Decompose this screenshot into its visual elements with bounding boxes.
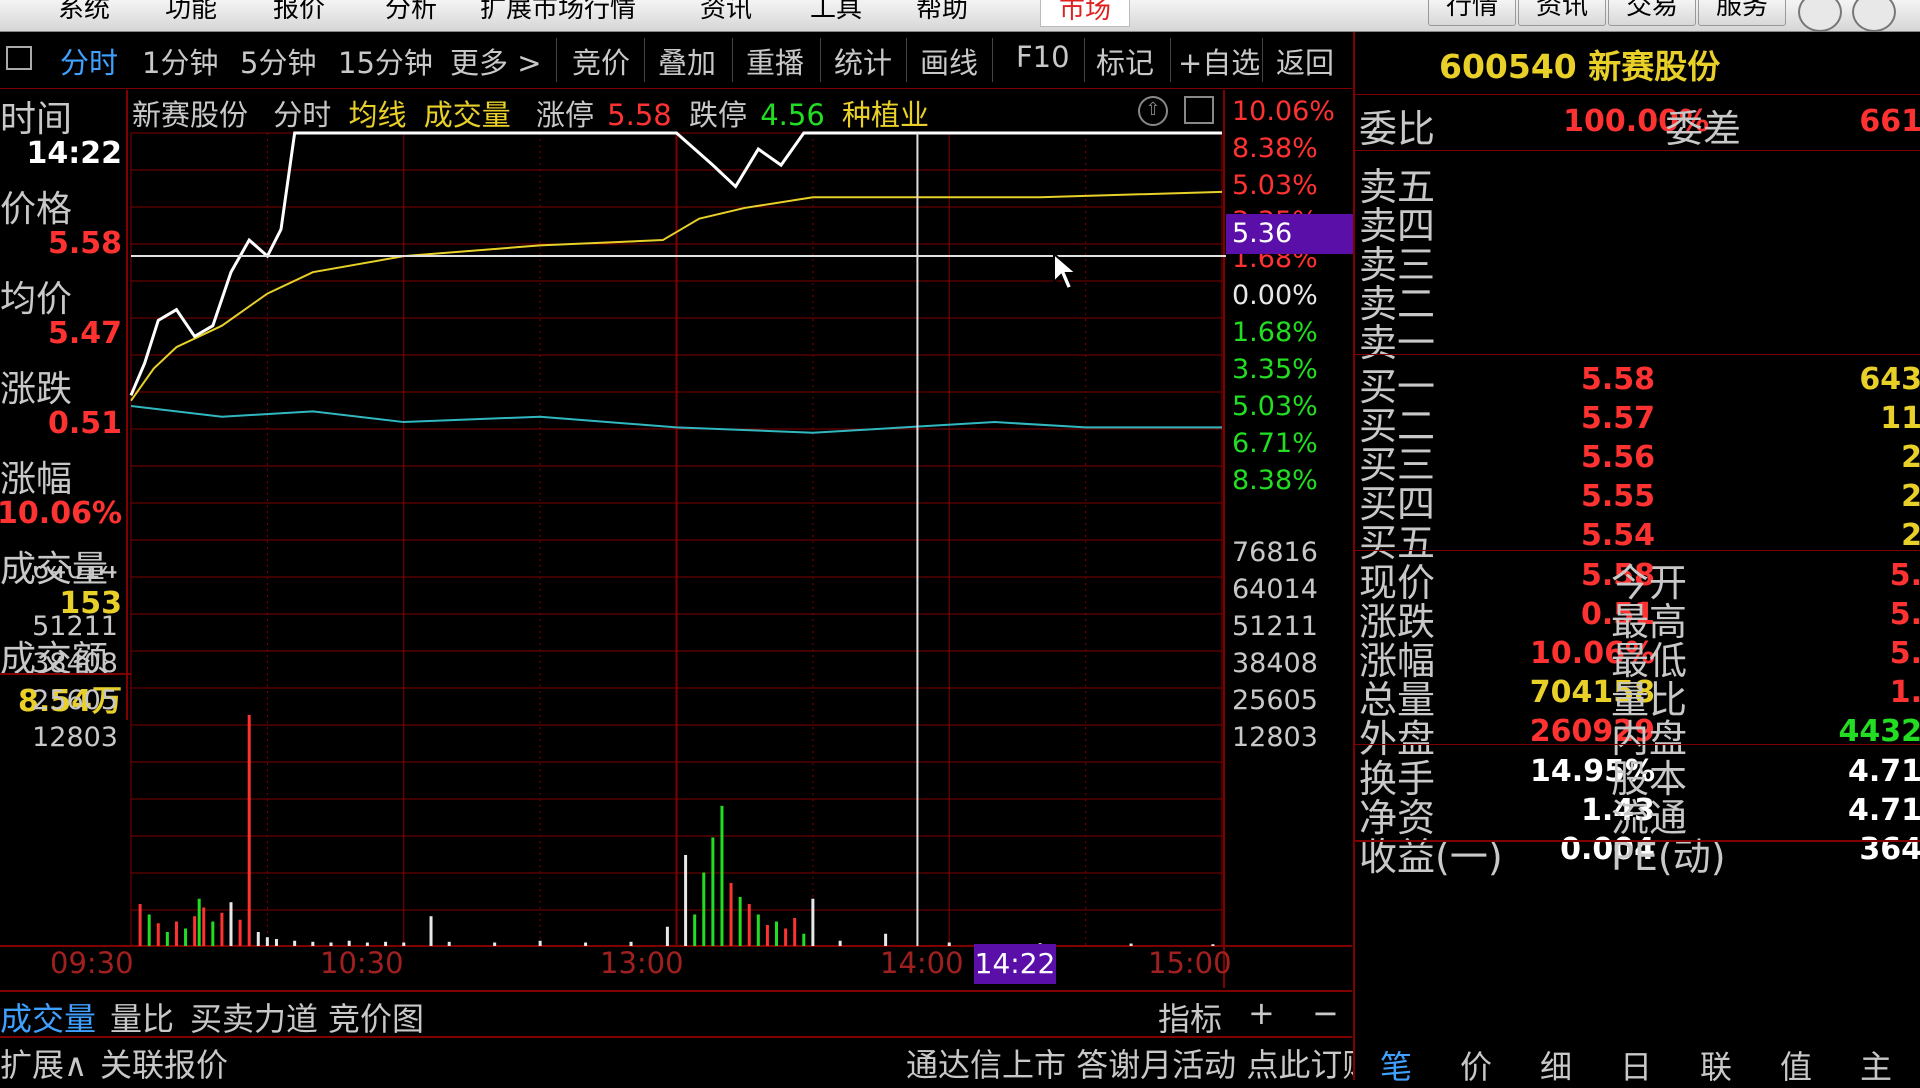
zoom-in-button[interactable]: + (1248, 994, 1275, 1032)
stock-code: 600540 (1439, 47, 1577, 86)
buy-level-price: 5.57 (1580, 401, 1655, 436)
buy-level-volume: 2 (1901, 518, 1920, 553)
stock-title: 600540 新赛股份 (1439, 40, 1720, 88)
time-axis-label: 14:00 (880, 946, 964, 980)
time-axis-label: 10:30 (320, 946, 404, 980)
buy-level-price: 5.56 (1580, 440, 1655, 475)
order-diff-label: 委差 (1665, 107, 1742, 151)
quote-panel: 600540 新赛股份 委比 100.00% 委差 661 卖五 卖四 卖三 卖二 卖一… (1353, 32, 1920, 1086)
detail-tab[interactable]: 主 (1837, 1042, 1915, 1088)
price-axis-label: 6.71% (1232, 428, 1318, 459)
fundamental-value: 4.71 (1847, 793, 1920, 828)
buy-level-volume: 643 (1859, 362, 1920, 397)
buy-level-volume: 2 (1901, 479, 1920, 514)
detail-tab[interactable]: 联 (1677, 1042, 1755, 1088)
time-axis-label: 13:00 (600, 946, 684, 980)
buy-level-price: 5.54 (1580, 518, 1655, 553)
price-axis-label: 1.68% (1232, 317, 1318, 348)
tab-buy-sell-power[interactable]: 买卖力道 (190, 994, 318, 1040)
zoom-out-button[interactable]: − (1312, 994, 1339, 1032)
service-tab-button[interactable]: 服务 (1698, 0, 1786, 26)
fundamental-label: PE(动) (1611, 835, 1726, 879)
detail-tab[interactable]: 价 (1437, 1042, 1515, 1088)
divider (1355, 354, 1920, 355)
maximize-icon[interactable] (1852, 0, 1896, 32)
related-quote-button[interactable]: 关联报价 (100, 1040, 228, 1086)
stat-value: 1. (1889, 675, 1920, 710)
trade-tab-button[interactable]: 交易 (1608, 0, 1696, 26)
quote-tab-button[interactable]: 行情 (1428, 0, 1516, 26)
price-axis-label: 8.38% (1232, 465, 1318, 496)
stock-name-title: 新赛股份 (1588, 47, 1721, 86)
news-tab-button[interactable]: 资讯 (1518, 0, 1606, 26)
volume-axis-label: 64014 (1232, 574, 1318, 605)
stat-value: 5. (1889, 597, 1920, 632)
fundamental-value: 4.71 (1847, 754, 1920, 789)
mouse-cursor-icon (1053, 252, 1079, 291)
order-ratio-label: 委比 (1359, 107, 1436, 151)
stat-value: 5. (1889, 636, 1920, 671)
volume-axis-label: 38408 (32, 648, 118, 679)
stat-value: 5. (1889, 558, 1920, 593)
price-axis-label: 5.03% (1232, 170, 1318, 201)
volume-axis-label: 25605 (32, 685, 118, 716)
time-axis-label: 15:00 (1148, 946, 1232, 980)
buy-level-price: 5.58 (1580, 362, 1655, 397)
intraday-chart[interactable] (0, 0, 1352, 1000)
indicator-tab-bar: 成交量 量比 买卖力道 竞价图 指标 + − (0, 990, 1352, 1038)
price-axis-label: 3.35% (1232, 354, 1318, 385)
price-axis-label: 10.06% (1232, 96, 1335, 127)
divider (1355, 840, 1920, 842)
volume-axis-label: 51211 (32, 611, 118, 642)
expand-button[interactable]: 扩展∧ (0, 1040, 87, 1086)
fundamental-value: 364 (1859, 832, 1920, 867)
cursor-time-label: 14:22 (974, 944, 1056, 984)
volume-axis-label: 12803 (1232, 722, 1318, 753)
tab-volume[interactable]: 成交量 (0, 994, 96, 1040)
detail-tab[interactable]: 值 (1757, 1042, 1835, 1088)
ad-link[interactable]: 通达信上市 答谢月活动 点此订购 (906, 1040, 1374, 1086)
buy-level-volume: 11 (1880, 401, 1920, 436)
order-diff-value: 661 (1859, 104, 1920, 139)
detail-tab[interactable]: 细 (1517, 1042, 1595, 1088)
volume-axis-label: 12803 (32, 722, 118, 753)
buy-level-volume: 2 (1901, 440, 1920, 475)
detail-tab[interactable]: 笔 (1357, 1042, 1435, 1088)
tab-volume-ratio[interactable]: 量比 (110, 994, 174, 1040)
cursor-price-label: 5.36 (1226, 214, 1358, 254)
divider (1355, 94, 1920, 95)
volume-axis-label: 51211 (1232, 611, 1318, 642)
divider (1355, 744, 1920, 745)
time-axis-label: 09:30 (50, 946, 134, 980)
minimize-icon[interactable] (1798, 0, 1842, 32)
detail-tab[interactable]: 日 (1597, 1042, 1675, 1088)
divider (1355, 550, 1920, 551)
volume-axis-label: 76816 (1232, 537, 1318, 568)
tab-auction-chart[interactable]: 竞价图 (328, 994, 424, 1040)
volume-axis-label: 38408 (1232, 648, 1318, 679)
volume-axis-label: 64014 (32, 566, 118, 584)
price-axis-label: 8.38% (1232, 133, 1318, 164)
buy-level-price: 5.55 (1580, 479, 1655, 514)
divider (1355, 150, 1920, 151)
indicator-button[interactable]: 指标 (1158, 994, 1222, 1040)
volume-axis-label: 25605 (1232, 685, 1318, 716)
price-axis-label: 0.00% (1232, 280, 1318, 311)
status-bar: 扩展∧ 关联报价 通达信上市 答谢月活动 点此订购 (0, 1036, 1374, 1084)
price-axis-label: 5.03% (1232, 391, 1318, 422)
